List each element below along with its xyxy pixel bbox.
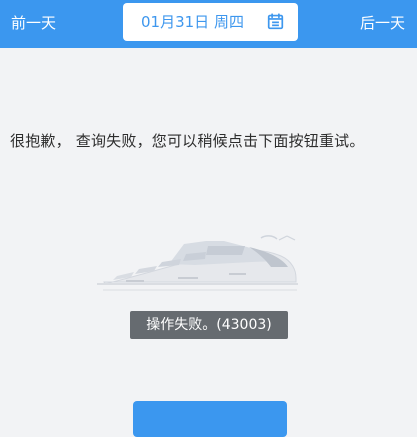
selected-date-label: 01月31日 周四 [141, 13, 244, 31]
date-selector[interactable]: 01月31日 周四 [123, 3, 298, 41]
previous-day-button[interactable]: 前一天 [11, 12, 56, 34]
calendar-icon [267, 13, 284, 30]
top-navigation-bar: 前一天 01月31日 周四 后一天 [0, 0, 417, 48]
retry-button[interactable] [133, 401, 287, 437]
next-day-button[interactable]: 后一天 [360, 12, 405, 34]
error-message: 很抱歉， 查询失败，您可以稍候点击下面按钮重试。 [10, 132, 365, 150]
error-toast: 操作失败。(43003) [130, 311, 288, 339]
train-illustration [97, 235, 298, 291]
